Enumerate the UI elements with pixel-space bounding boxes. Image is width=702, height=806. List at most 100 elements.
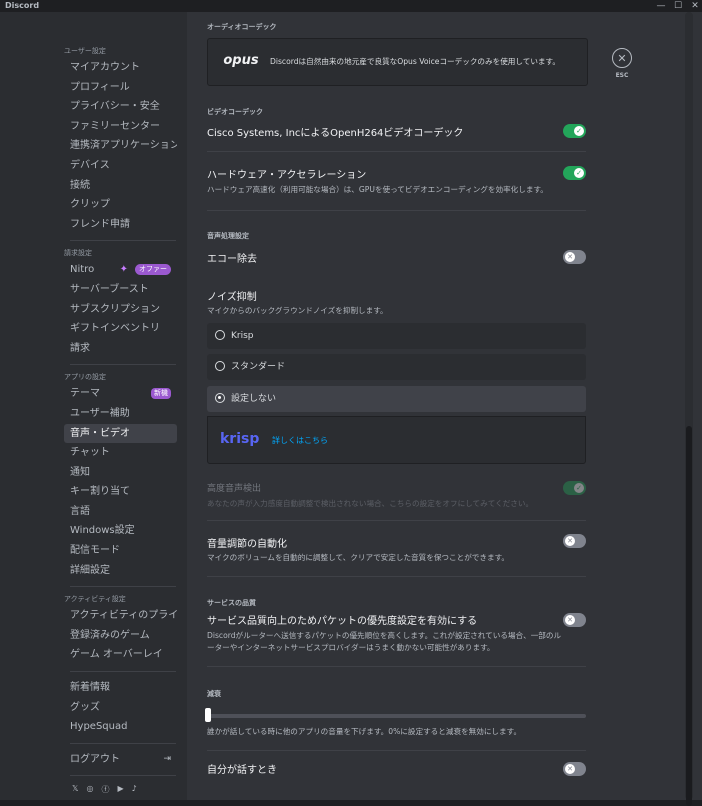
close-icon[interactable]: ✕ xyxy=(612,48,632,68)
x-mark-icon: ✕ xyxy=(565,615,575,625)
qos-toggle[interactable]: ✕ xyxy=(563,613,586,627)
close-icon[interactable]: ✕ xyxy=(690,0,700,12)
instagram-icon[interactable]: ◎ xyxy=(86,784,93,795)
divider xyxy=(207,151,586,152)
x-mark-icon: ✕ xyxy=(565,536,575,546)
advanced-vad-title: 高度音声検出 xyxy=(207,484,262,494)
sidebar-divider xyxy=(70,775,176,777)
when-i-speak-toggle[interactable]: ✕ xyxy=(563,762,586,776)
sidebar-item-label: ログアウト xyxy=(70,753,120,765)
sidebar-item-theme[interactable]: テーマ 新機 xyxy=(64,384,177,404)
sidebar-item-server-boost[interactable]: サーバーブースト xyxy=(64,280,177,300)
scrollbar[interactable] xyxy=(677,12,702,806)
sidebar-item-language[interactable]: 言語 xyxy=(64,502,177,522)
sidebar-item-family-center[interactable]: ファミリーセンター xyxy=(64,117,177,137)
tiktok-icon[interactable]: ♪ xyxy=(132,784,137,795)
settings-sidebar: ユーザー設定 マイアカウント プロフィール プライバシー・安全 ファミリーセンタ… xyxy=(0,12,187,800)
x-icon[interactable]: 𝕏 xyxy=(72,784,78,795)
attenuation-slider-handle[interactable] xyxy=(205,708,211,722)
radio-none[interactable]: 設定しない xyxy=(207,386,586,412)
offer-badge: オファー xyxy=(135,264,171,276)
social-links: 𝕏 ◎ ⓕ ▶ ♪ xyxy=(64,784,177,795)
sidebar-item-notifications[interactable]: 通知 xyxy=(64,463,177,483)
sidebar-item-label: テーマ xyxy=(70,388,100,400)
opus-info-box: opus Discordは自然由来の地元産で良質なOpus Voiceコーデック… xyxy=(207,38,588,86)
sidebar-item-subscriptions[interactable]: サブスクリプション xyxy=(64,300,177,320)
discord-window: Discord — ☐ ✕ ユーザー設定 マイアカウント プロフィール プライバ… xyxy=(0,0,702,806)
sidebar-item-logout[interactable]: ログアウト ⇥ xyxy=(64,750,177,770)
sidebar-item-friend-requests[interactable]: フレンド申請 xyxy=(64,215,177,235)
sidebar-item-profile[interactable]: プロフィール xyxy=(64,78,177,98)
attenuation-slider-track[interactable] xyxy=(207,714,586,718)
maximize-icon[interactable]: ☐ xyxy=(673,0,683,12)
sidebar-item-voice-video[interactable]: 音声・ビデオ xyxy=(64,423,177,444)
radio-label: 設定しない xyxy=(231,394,277,404)
divider xyxy=(207,750,586,751)
sidebar-item-activity-privacy[interactable]: アクティビティのプライバシー xyxy=(64,606,177,626)
sidebar-item-whats-new[interactable]: 新着情報 xyxy=(64,678,177,698)
facebook-icon[interactable]: ⓕ xyxy=(101,784,109,795)
sidebar-item-hypesquad[interactable]: HypeSquad xyxy=(64,717,177,737)
check-icon: ✓ xyxy=(574,483,584,493)
esc-label: ESC xyxy=(615,72,629,79)
sidebar-item-my-account[interactable]: マイアカウント xyxy=(64,58,177,78)
sidebar-item-game-overlay[interactable]: ゲーム オーバーレイ xyxy=(64,645,177,665)
sidebar-item-streamer-mode[interactable]: 配信モード xyxy=(64,541,177,561)
youtube-icon[interactable]: ▶ xyxy=(117,784,123,795)
sidebar-item-registered-games[interactable]: 登録済みのゲーム xyxy=(64,626,177,646)
radio-krisp[interactable]: Krisp xyxy=(207,323,586,349)
sidebar-item-gift-inventory[interactable]: ギフトインベントリ xyxy=(64,319,177,339)
audio-codec-label: オーディオコーデック xyxy=(207,23,277,31)
agc-desc: マイクのボリュームを自動的に調整して、クリアで安定した音質を保つことができます。 xyxy=(207,553,509,562)
qos-label: サービスの品質 xyxy=(207,599,256,607)
openh264-toggle[interactable]: ✓ xyxy=(563,124,586,138)
attenuation-label: 減衰 xyxy=(207,690,221,698)
logout-icon: ⇥ xyxy=(163,753,171,764)
x-mark-icon: ✕ xyxy=(565,764,575,774)
noise-suppression-title: ノイズ抑制 xyxy=(207,292,257,303)
sidebar-item-chat[interactable]: チャット xyxy=(64,443,177,463)
radio-icon xyxy=(215,361,225,371)
sidebar-item-devices[interactable]: デバイス xyxy=(64,156,177,176)
agc-toggle[interactable]: ✕ xyxy=(563,534,586,548)
sidebar-item-connections[interactable]: 接続 xyxy=(64,176,177,196)
sidebar-item-clips[interactable]: クリップ xyxy=(64,195,177,215)
sidebar-item-billing[interactable]: 請求 xyxy=(64,339,177,359)
sidebar-item-authorized-apps[interactable]: 連携済アプリケーション xyxy=(64,136,177,156)
scrollbar-thumb[interactable] xyxy=(686,426,692,806)
openh264-title: Cisco Systems, IncによるOpenH264ビデオコーデック xyxy=(207,128,464,139)
sidebar-nav: ユーザー設定 マイアカウント プロフィール プライバシー・安全 ファミリーセンタ… xyxy=(64,45,177,795)
krisp-learn-more-link[interactable]: 詳しくはこちら xyxy=(272,435,328,446)
sidebar-item-label: Nitro xyxy=(70,264,95,276)
sidebar-item-nitro[interactable]: Nitro ✦ オファー xyxy=(64,260,177,280)
section-header-billing: 請求設定 xyxy=(64,249,92,258)
hw-accel-desc: ハードウェア高速化（利用可能な場合）は、GPUを使ってビデオエンコーディングを効… xyxy=(207,185,548,194)
voice-processing-label: 音声処理設定 xyxy=(207,232,249,240)
sidebar-item-accessibility[interactable]: ユーザー補助 xyxy=(64,404,177,424)
sidebar-item-merch[interactable]: グッズ xyxy=(64,698,177,718)
divider xyxy=(207,520,586,521)
new-badge: 新機 xyxy=(151,388,171,400)
advanced-vad-toggle[interactable]: ✓ xyxy=(563,481,586,495)
echo-cancel-toggle[interactable]: ✕ xyxy=(563,250,586,264)
sidebar-item-advanced[interactable]: 詳細設定 xyxy=(64,561,177,581)
noise-suppression-desc: マイクからのバックグラウンドノイズを抑制します。 xyxy=(207,306,388,315)
sidebar-divider xyxy=(70,240,176,242)
radio-standard[interactable]: スタンダード xyxy=(207,354,586,380)
radio-label: Krisp xyxy=(231,331,254,341)
qos-desc-line1: Discordがルーターへ送信するパケットの優先順位を高くします。これが設定され… xyxy=(207,631,562,640)
minimize-icon[interactable]: — xyxy=(656,0,666,12)
check-icon: ✓ xyxy=(574,126,584,136)
sidebar-item-keybinds[interactable]: キー割り当て xyxy=(64,482,177,502)
hw-accel-title: ハードウェア・アクセラレーション xyxy=(207,170,367,181)
attenuation-desc: 誰かが話している時に他のアプリの音量を下げます。0%に設定すると減衰を無効にしま… xyxy=(207,727,522,736)
esc-close-button[interactable]: ✕ ESC xyxy=(607,48,637,79)
advanced-vad-desc: あなたの声が入力感度自動調整で検出されない場合、こちらの設定をオフにしてみてくだ… xyxy=(207,499,534,508)
hw-accel-toggle[interactable]: ✓ xyxy=(563,166,586,180)
window-controls: — ☐ ✕ xyxy=(656,0,700,12)
sidebar-item-privacy[interactable]: プライバシー・安全 xyxy=(64,97,177,117)
krisp-logo: krisp xyxy=(220,431,260,447)
section-header-app: アプリの設定 xyxy=(64,373,106,382)
title-bar: Discord — ☐ ✕ xyxy=(0,0,702,12)
sidebar-item-windows-settings[interactable]: Windows設定 xyxy=(64,521,177,541)
